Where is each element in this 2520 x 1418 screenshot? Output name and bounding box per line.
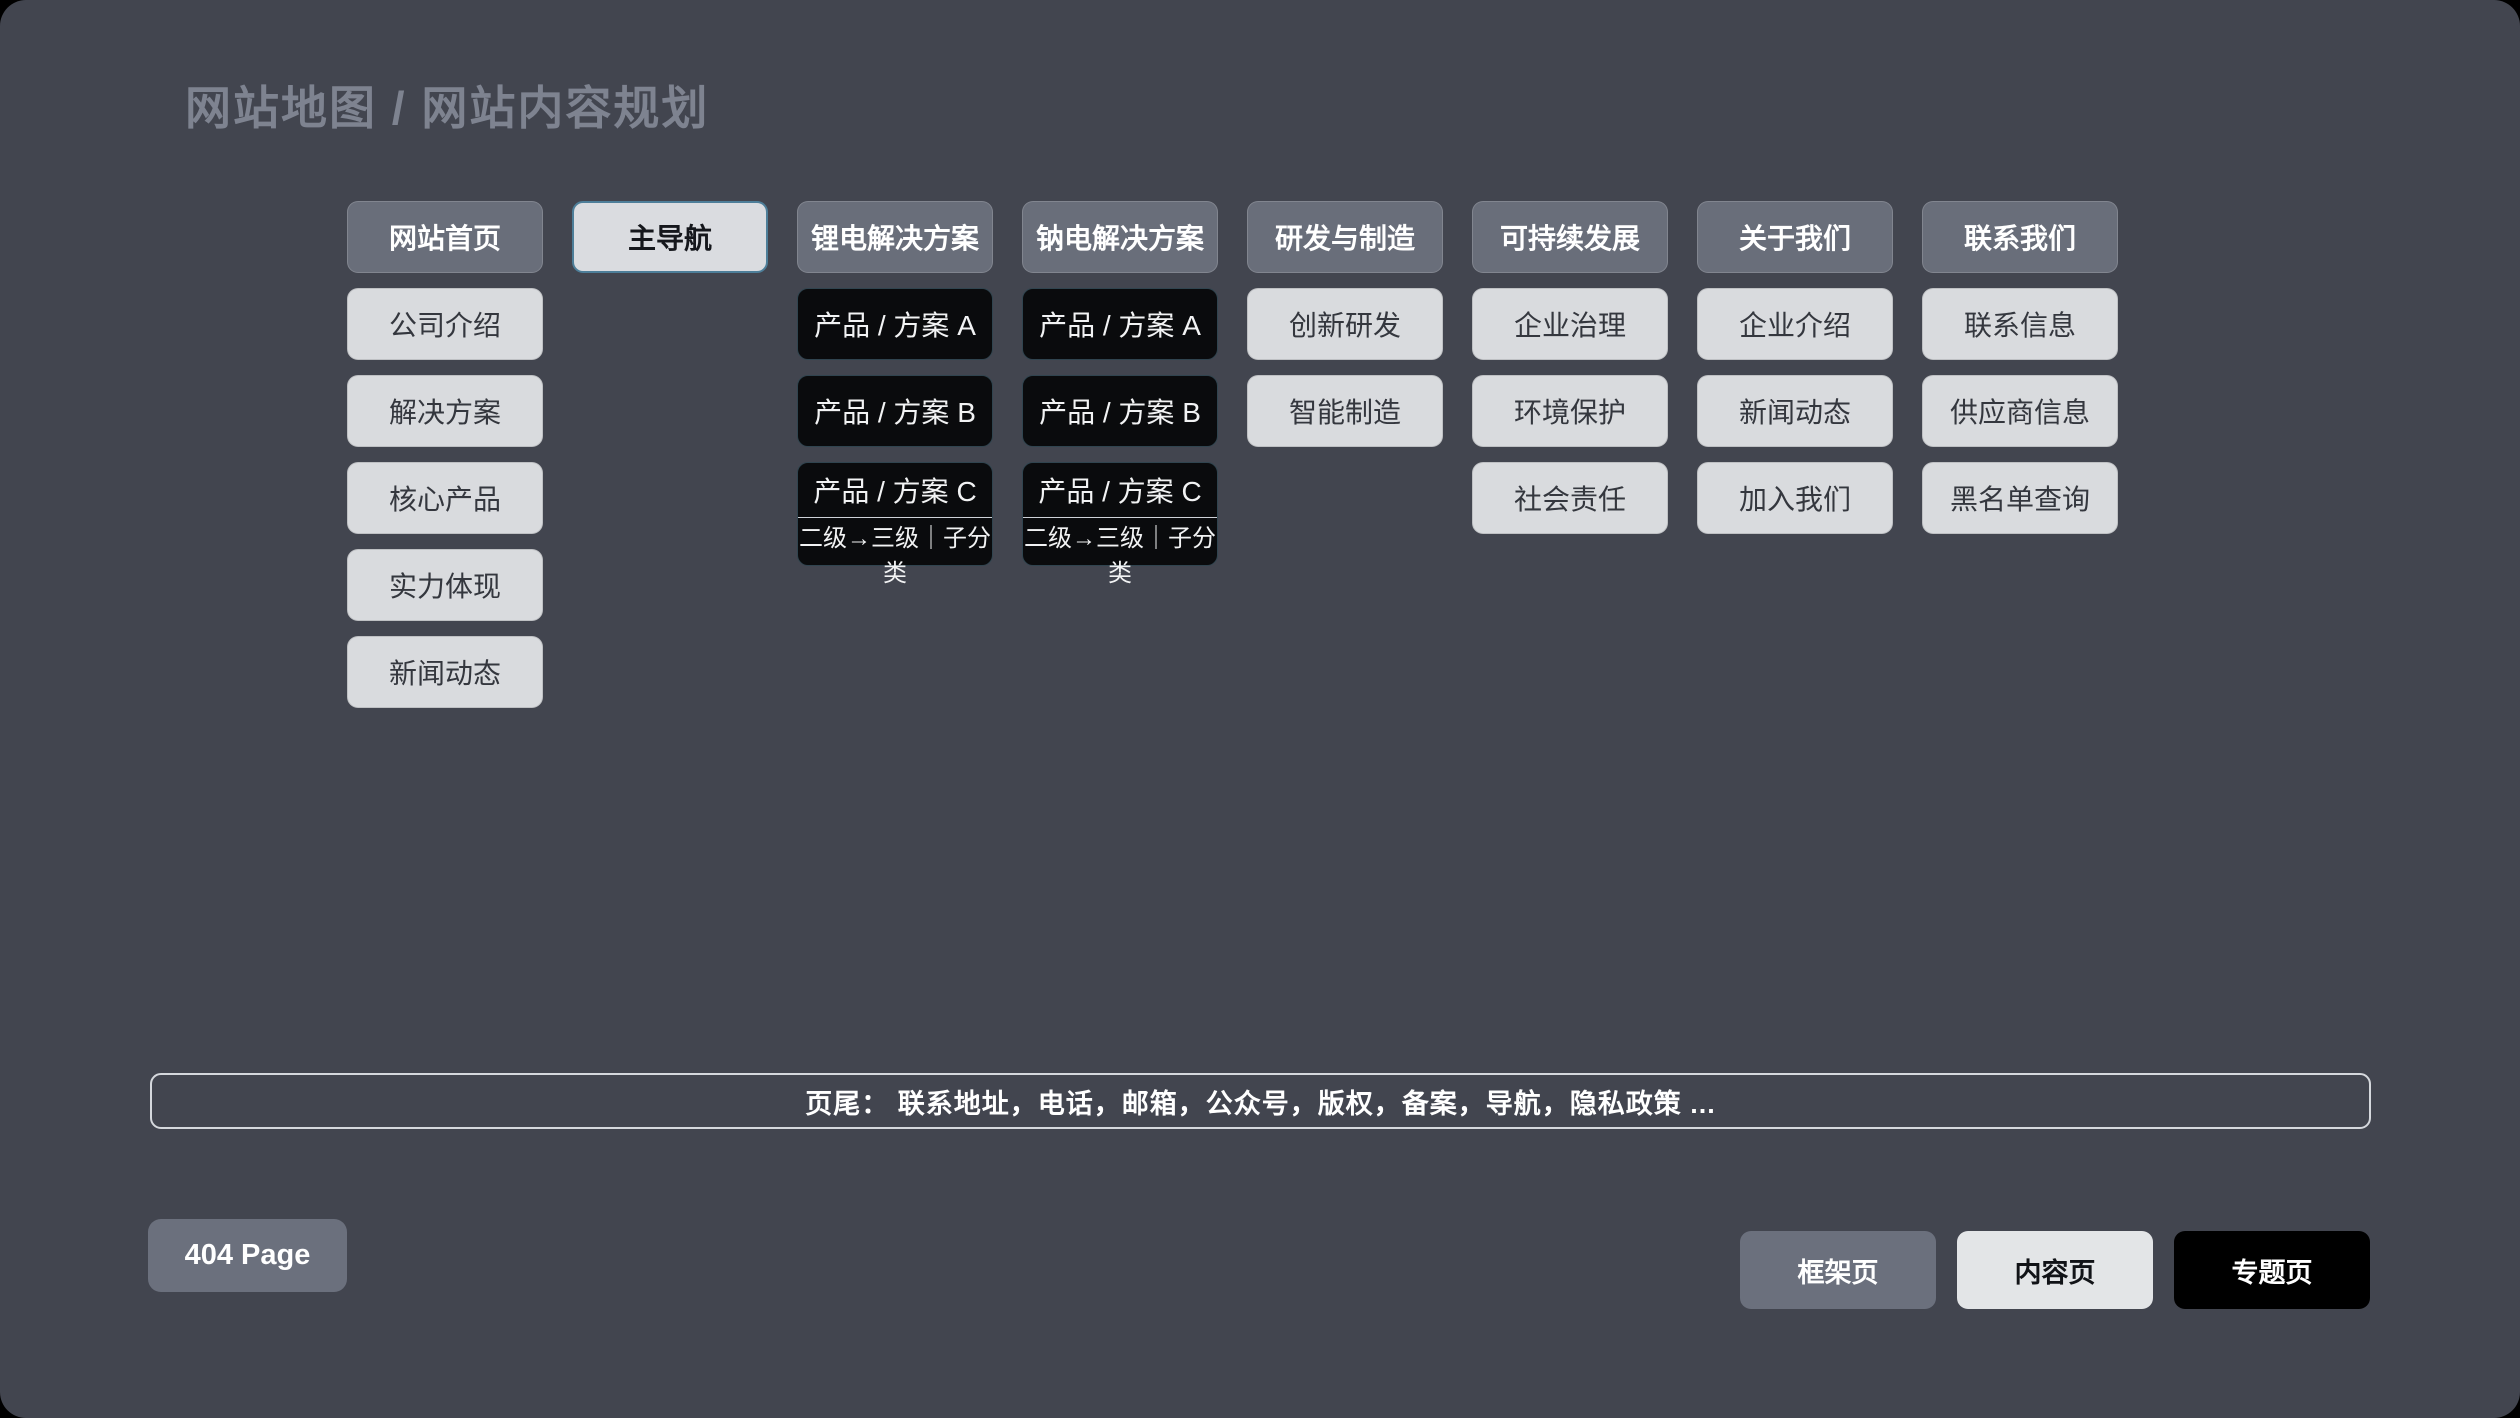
sitemap-node[interactable]: 黑名单查询 bbox=[1922, 462, 2118, 534]
sitemap-node-label: 产品 / 方案 C bbox=[1023, 463, 1217, 518]
sitemap-column: 可持续发展企业治理环境保护社会责任 bbox=[1472, 201, 1668, 534]
sitemap-node[interactable]: 产品 / 方案 A bbox=[797, 288, 993, 360]
sitemap-node-label: 产品 / 方案 C bbox=[798, 463, 992, 518]
column-header-node[interactable]: 锂电解决方案 bbox=[797, 201, 993, 273]
page-404-label: 404 Page bbox=[185, 1239, 311, 1272]
column-header-node[interactable]: 主导航 bbox=[572, 201, 768, 273]
page-type-legend: 框架页内容页专题页 bbox=[1740, 1231, 2370, 1309]
page-404-node[interactable]: 404 Page bbox=[148, 1219, 347, 1292]
legend-chip-gray[interactable]: 框架页 bbox=[1740, 1231, 1936, 1309]
footer-summary-node[interactable]: 页尾： 联系地址，电话，邮箱，公众号，版权，备案，导航，隐私政策 ... bbox=[150, 1073, 2371, 1129]
page-title: 网站地图 / 网站内容规划 bbox=[185, 72, 709, 138]
sitemap-node[interactable]: 产品 / 方案 B bbox=[797, 375, 993, 447]
sitemap-node-sublabel: 二级→三级｜子分类 bbox=[1023, 518, 1217, 588]
sitemap-node[interactable]: 新闻动态 bbox=[1697, 375, 1893, 447]
sitemap-node[interactable]: 解决方案 bbox=[347, 375, 543, 447]
sitemap-column: 关于我们企业介绍新闻动态加入我们 bbox=[1697, 201, 1893, 534]
sitemap-column: 钠电解决方案产品 / 方案 A 产品 / 方案 B 产品 / 方案 C二级→三级｜子… bbox=[1022, 201, 1218, 566]
column-header-node[interactable]: 联系我们 bbox=[1922, 201, 2118, 273]
sitemap-column: 网站首页公司介绍解决方案核心产品实力体现新闻动态 bbox=[347, 201, 543, 708]
sitemap-node[interactable]: 加入我们 bbox=[1697, 462, 1893, 534]
column-header-node[interactable]: 关于我们 bbox=[1697, 201, 1893, 273]
sitemap-column: 主导航 bbox=[572, 201, 768, 273]
sitemap-node-group[interactable]: 产品 / 方案 C二级→三级｜子分类 bbox=[1022, 462, 1218, 566]
sitemap-node-group[interactable]: 产品 / 方案 C二级→三级｜子分类 bbox=[797, 462, 993, 566]
column-header-node[interactable]: 可持续发展 bbox=[1472, 201, 1668, 273]
sitemap-column: 研发与制造创新研发智能制造 bbox=[1247, 201, 1443, 447]
sitemap-node[interactable]: 社会责任 bbox=[1472, 462, 1668, 534]
column-header-node[interactable]: 钠电解决方案 bbox=[1022, 201, 1218, 273]
sitemap-node[interactable]: 产品 / 方案 A bbox=[1022, 288, 1218, 360]
footer-summary-label: 页尾： 联系地址，电话，邮箱，公众号，版权，备案，导航，隐私政策 ... bbox=[805, 1082, 1716, 1121]
sitemap-node[interactable]: 企业治理 bbox=[1472, 288, 1668, 360]
column-header-node[interactable]: 研发与制造 bbox=[1247, 201, 1443, 273]
sitemap-node[interactable]: 智能制造 bbox=[1247, 375, 1443, 447]
sitemap-node[interactable]: 公司介绍 bbox=[347, 288, 543, 360]
sitemap-node[interactable]: 实力体现 bbox=[347, 549, 543, 621]
sitemap-node[interactable]: 环境保护 bbox=[1472, 375, 1668, 447]
sitemap-node-sublabel: 二级→三级｜子分类 bbox=[798, 518, 992, 588]
sitemap-column: 锂电解决方案产品 / 方案 A 产品 / 方案 B 产品 / 方案 C二级→三级｜子… bbox=[797, 201, 993, 566]
sitemap-grid: 网站首页公司介绍解决方案核心产品实力体现新闻动态主导航锂电解决方案产品 / 方案… bbox=[347, 201, 2118, 708]
sitemap-node[interactable]: 创新研发 bbox=[1247, 288, 1443, 360]
legend-chip-dark[interactable]: 专题页 bbox=[2174, 1231, 2370, 1309]
sitemap-node[interactable]: 联系信息 bbox=[1922, 288, 2118, 360]
sitemap-node[interactable]: 核心产品 bbox=[347, 462, 543, 534]
sitemap-node[interactable]: 企业介绍 bbox=[1697, 288, 1893, 360]
sitemap-node[interactable]: 新闻动态 bbox=[347, 636, 543, 708]
column-header-node[interactable]: 网站首页 bbox=[347, 201, 543, 273]
legend-chip-light[interactable]: 内容页 bbox=[1957, 1231, 2153, 1309]
sitemap-column: 联系我们联系信息供应商信息黑名单查询 bbox=[1922, 201, 2118, 534]
sitemap-canvas: 网站地图 / 网站内容规划 网站首页公司介绍解决方案核心产品实力体现新闻动态主导… bbox=[0, 0, 2520, 1418]
sitemap-node[interactable]: 产品 / 方案 B bbox=[1022, 375, 1218, 447]
sitemap-node[interactable]: 供应商信息 bbox=[1922, 375, 2118, 447]
